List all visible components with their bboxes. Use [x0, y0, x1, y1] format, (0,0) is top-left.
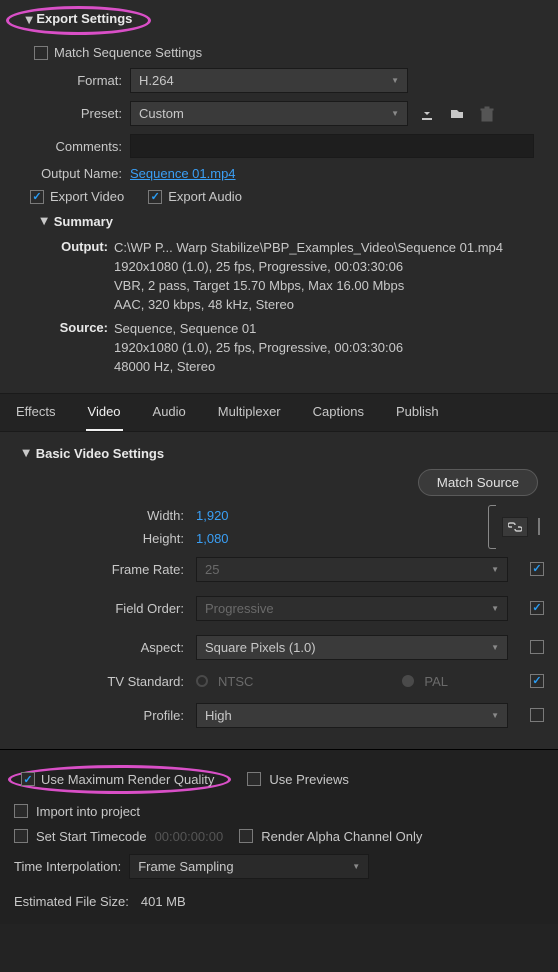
- format-value: H.264: [139, 73, 174, 88]
- est-size-value: 401 MB: [141, 894, 186, 909]
- max-render-label: Use Maximum Render Quality: [41, 772, 214, 787]
- profile-match-checkbox[interactable]: [530, 708, 544, 722]
- pal-radio: [402, 675, 414, 687]
- profile-value: High: [205, 708, 232, 723]
- match-source-button[interactable]: Match Source: [418, 469, 538, 496]
- max-render-highlight: Use Maximum Render Quality: [8, 765, 231, 794]
- tab-multiplexer[interactable]: Multiplexer: [216, 394, 283, 431]
- preset-label: Preset:: [0, 106, 130, 121]
- link-bracket: [488, 505, 496, 549]
- max-render-checkbox[interactable]: [21, 772, 35, 786]
- chevron-down-icon: ▼: [391, 76, 399, 85]
- output-name-link[interactable]: Sequence 01.mp4: [130, 166, 236, 181]
- frame-rate-value: 25: [205, 562, 219, 577]
- tab-publish[interactable]: Publish: [394, 394, 441, 431]
- aspect-match-checkbox[interactable]: [530, 640, 544, 654]
- chevron-down-icon: ▼: [391, 109, 399, 118]
- set-start-tc-label: Set Start Timecode: [36, 829, 147, 844]
- render-alpha-label: Render Alpha Channel Only: [261, 829, 422, 844]
- chevron-down-icon[interactable]: ▶: [23, 17, 34, 25]
- tabs: Effects Video Audio Multiplexer Captions…: [0, 393, 558, 432]
- time-interp-value: Frame Sampling: [138, 859, 233, 874]
- basic-video-title: Basic Video Settings: [36, 446, 164, 461]
- aspect-select[interactable]: Square Pixels (1.0) ▼: [196, 635, 508, 660]
- summary-title: Summary: [54, 214, 113, 229]
- tv-standard-match-checkbox[interactable]: [530, 674, 544, 688]
- set-start-tc-checkbox[interactable]: [14, 829, 28, 843]
- match-sequence-checkbox[interactable]: [34, 46, 48, 60]
- width-value[interactable]: 1,920: [196, 508, 229, 523]
- match-sequence-label: Match Sequence Settings: [54, 45, 202, 60]
- tab-audio[interactable]: Audio: [151, 394, 188, 431]
- profile-select[interactable]: High ▼: [196, 703, 508, 728]
- ntsc-radio: [196, 675, 208, 687]
- save-preset-icon[interactable]: [416, 103, 438, 125]
- chevron-down-icon[interactable]: ▶: [20, 450, 31, 458]
- chevron-down-icon[interactable]: ▶: [38, 218, 49, 226]
- timecode-value: 00:00:00:00: [155, 829, 224, 844]
- export-video-checkbox[interactable]: [30, 190, 44, 204]
- import-preset-icon[interactable]: [446, 103, 468, 125]
- frame-rate-match-checkbox[interactable]: [530, 562, 544, 576]
- est-size-label: Estimated File Size:: [14, 894, 129, 909]
- export-audio-label: Export Audio: [168, 189, 242, 204]
- export-settings-highlight: ▶ Export Settings: [6, 6, 151, 35]
- chevron-down-icon: ▼: [352, 862, 360, 871]
- tab-effects[interactable]: Effects: [14, 394, 58, 431]
- pal-label: PAL: [424, 674, 448, 689]
- width-label: Width:: [14, 508, 184, 523]
- time-interp-select[interactable]: Frame Sampling ▼: [129, 854, 369, 879]
- link-dimensions-icon[interactable]: [502, 517, 528, 537]
- ntsc-label: NTSC: [218, 674, 253, 689]
- frame-rate-select: 25 ▼: [196, 557, 508, 582]
- time-interp-label: Time Interpolation:: [14, 859, 121, 874]
- aspect-label: Aspect:: [14, 640, 184, 655]
- height-label: Height:: [14, 531, 184, 546]
- format-select[interactable]: H.264 ▼: [130, 68, 408, 93]
- comments-input[interactable]: [130, 134, 534, 158]
- frame-rate-label: Frame Rate:: [14, 562, 184, 577]
- output-name-label: Output Name:: [0, 166, 130, 181]
- import-project-checkbox[interactable]: [14, 804, 28, 818]
- field-order-match-checkbox[interactable]: [530, 601, 544, 615]
- field-order-label: Field Order:: [14, 601, 184, 616]
- preset-select[interactable]: Custom ▼: [130, 101, 408, 126]
- chevron-down-icon: ▼: [491, 711, 499, 720]
- chevron-down-icon: ▼: [491, 565, 499, 574]
- tab-video[interactable]: Video: [86, 394, 123, 431]
- field-order-select: Progressive ▼: [196, 596, 508, 621]
- chevron-down-icon: ▼: [491, 643, 499, 652]
- tv-standard-label: TV Standard:: [14, 674, 184, 689]
- export-video-label: Export Video: [50, 189, 124, 204]
- render-alpha-checkbox[interactable]: [239, 829, 253, 843]
- summary-output-text: C:\WP P... Warp Stabilize\PBP_Examples_V…: [114, 239, 546, 314]
- dimensions-match-checkbox[interactable]: [538, 518, 540, 535]
- export-audio-checkbox[interactable]: [148, 190, 162, 204]
- preset-value: Custom: [139, 106, 184, 121]
- format-label: Format:: [0, 73, 130, 88]
- field-order-value: Progressive: [205, 601, 274, 616]
- aspect-value: Square Pixels (1.0): [205, 640, 316, 655]
- import-project-label: Import into project: [36, 804, 140, 819]
- height-value[interactable]: 1,080: [196, 531, 229, 546]
- summary-source-text: Sequence, Sequence 01 1920x1080 (1.0), 2…: [114, 320, 546, 377]
- use-previews-checkbox[interactable]: [247, 772, 261, 786]
- tab-captions[interactable]: Captions: [311, 394, 366, 431]
- summary-output-label: Output:: [48, 239, 114, 314]
- use-previews-label: Use Previews: [269, 772, 348, 787]
- export-settings-title: Export Settings: [36, 11, 132, 26]
- summary-source-label: Source:: [48, 320, 114, 377]
- chevron-down-icon: ▼: [491, 604, 499, 613]
- delete-preset-icon: [476, 103, 498, 125]
- profile-label: Profile:: [14, 708, 184, 723]
- comments-label: Comments:: [0, 139, 130, 154]
